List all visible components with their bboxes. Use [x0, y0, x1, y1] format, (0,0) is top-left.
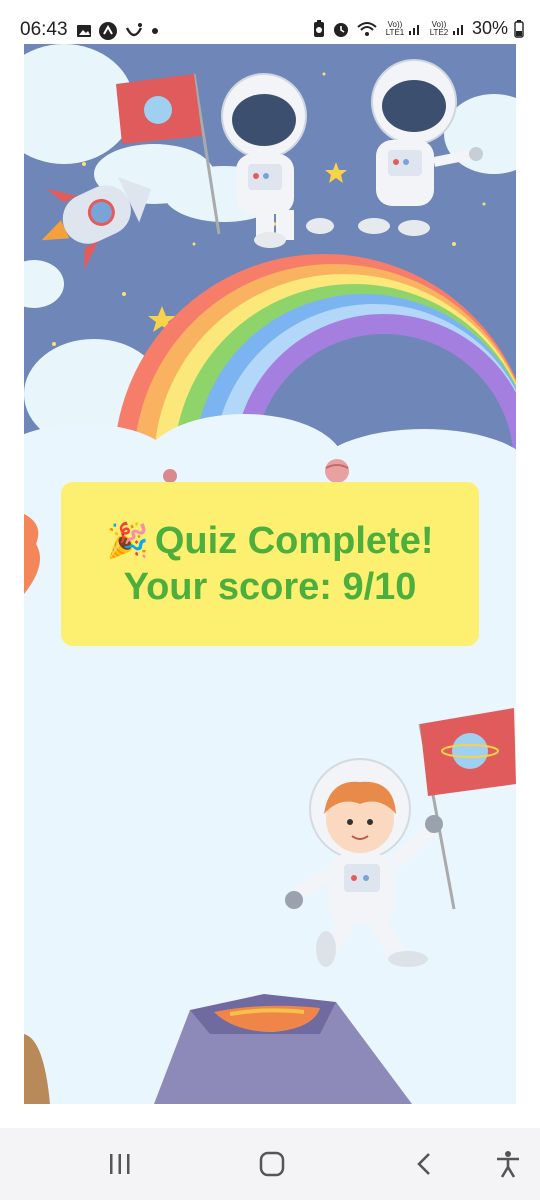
navigation-bar [0, 1128, 540, 1200]
sim2-signal-icon [452, 24, 463, 35]
sim2-indicator: Vo)) LTE2 [428, 19, 466, 37]
status-system-icons: Vo)) LTE1 Vo)) LTE2 30% [312, 18, 524, 39]
dot-icon [152, 28, 158, 34]
score-text: Your score: 9/10 [123, 566, 417, 608]
party-popper-icon: 🎉 [106, 522, 149, 560]
home-button[interactable] [250, 1146, 294, 1182]
quiz-result-card: 🎉 Quiz Complete! Your score: 9/10 [61, 482, 479, 646]
recent-apps-icon [110, 1154, 130, 1174]
quiz-complete-title: Quiz Complete! [154, 520, 434, 562]
recent-apps-button[interactable] [100, 1146, 140, 1182]
sim2-label: Vo)) LTE2 [429, 19, 449, 37]
status-bar: 06:43 Vo)) LTE1 Vo)) LTE2 30% [0, 0, 540, 44]
quiz-complete-heading: 🎉 Quiz Complete! [61, 518, 479, 564]
battery-saver-icon [313, 19, 324, 37]
battery-percent: 30% [471, 18, 508, 38]
signal-icon [125, 23, 143, 37]
gallery-icon [77, 25, 91, 37]
back-icon [417, 1153, 430, 1175]
notification-icon [99, 22, 117, 40]
status-time: 06:43 [20, 19, 68, 40]
battery-icon [514, 19, 524, 38]
back-button[interactable] [404, 1146, 444, 1182]
accessibility-button[interactable] [488, 1146, 528, 1182]
wifi-icon [357, 21, 377, 36]
sim1-indicator: Vo)) LTE1 [384, 19, 422, 37]
sim1-label: Vo)) LTE1 [385, 19, 405, 37]
status-notifications [76, 21, 160, 41]
alarm-icon [333, 22, 348, 37]
accessibility-icon [497, 1151, 519, 1178]
sim1-signal-icon [408, 24, 419, 35]
home-icon [259, 1151, 285, 1177]
